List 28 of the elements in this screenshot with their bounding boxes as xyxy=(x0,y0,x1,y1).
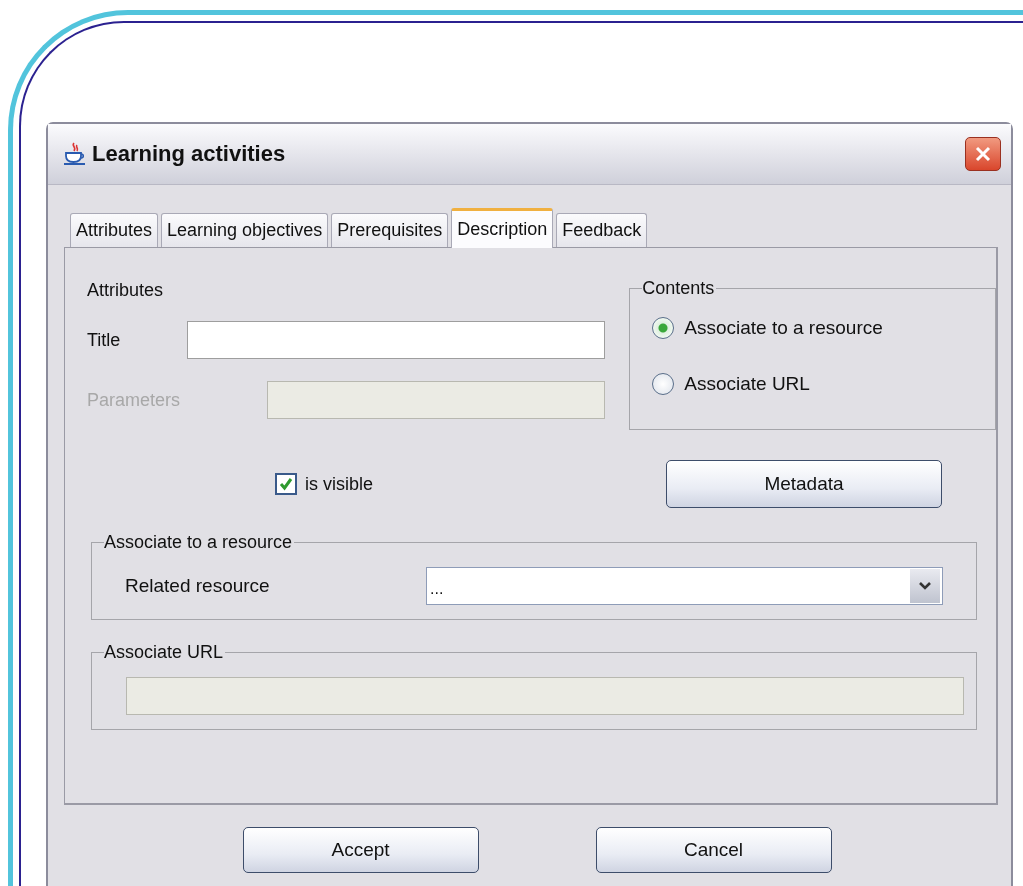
field-label: Parameters xyxy=(87,389,182,411)
radio-option[interactable]: Associate to a resource xyxy=(652,317,995,339)
tab[interactable]: Feedback xyxy=(556,213,648,247)
metadata-button[interactable]: Metadata xyxy=(666,460,942,508)
tab[interactable]: Learning objectives xyxy=(161,213,329,247)
section-label: Attributes xyxy=(87,280,164,301)
caret-icon[interactable] xyxy=(910,569,940,603)
group-title: Associate to a resource xyxy=(104,532,294,553)
text-field[interactable] xyxy=(267,381,606,419)
group-title: Contents xyxy=(642,278,716,299)
group-title: Associate URL xyxy=(104,642,225,663)
radio-button[interactable] xyxy=(652,317,675,339)
text-field[interactable] xyxy=(187,321,606,359)
close-button[interactable] xyxy=(965,137,1001,171)
tab[interactable]: Attributes xyxy=(70,213,159,247)
radio-option[interactable]: Associate URL xyxy=(652,373,995,395)
resource-dropdown[interactable]: ... xyxy=(426,567,943,605)
field-label: Related resource xyxy=(125,575,271,597)
close-icon[interactable] xyxy=(973,144,993,164)
window-title: Learning activities xyxy=(92,141,287,167)
coffee-cup-icon xyxy=(62,141,88,167)
checkbox-option[interactable]: is visible xyxy=(275,473,374,495)
radio-button[interactable] xyxy=(652,373,675,395)
tab[interactable]: Description xyxy=(451,208,554,248)
tab[interactable]: Prerequisites xyxy=(331,213,449,247)
dialog-button[interactable]: Accept xyxy=(242,827,479,873)
dialog-button[interactable]: Cancel xyxy=(595,827,832,873)
field-label: Title xyxy=(87,329,122,351)
